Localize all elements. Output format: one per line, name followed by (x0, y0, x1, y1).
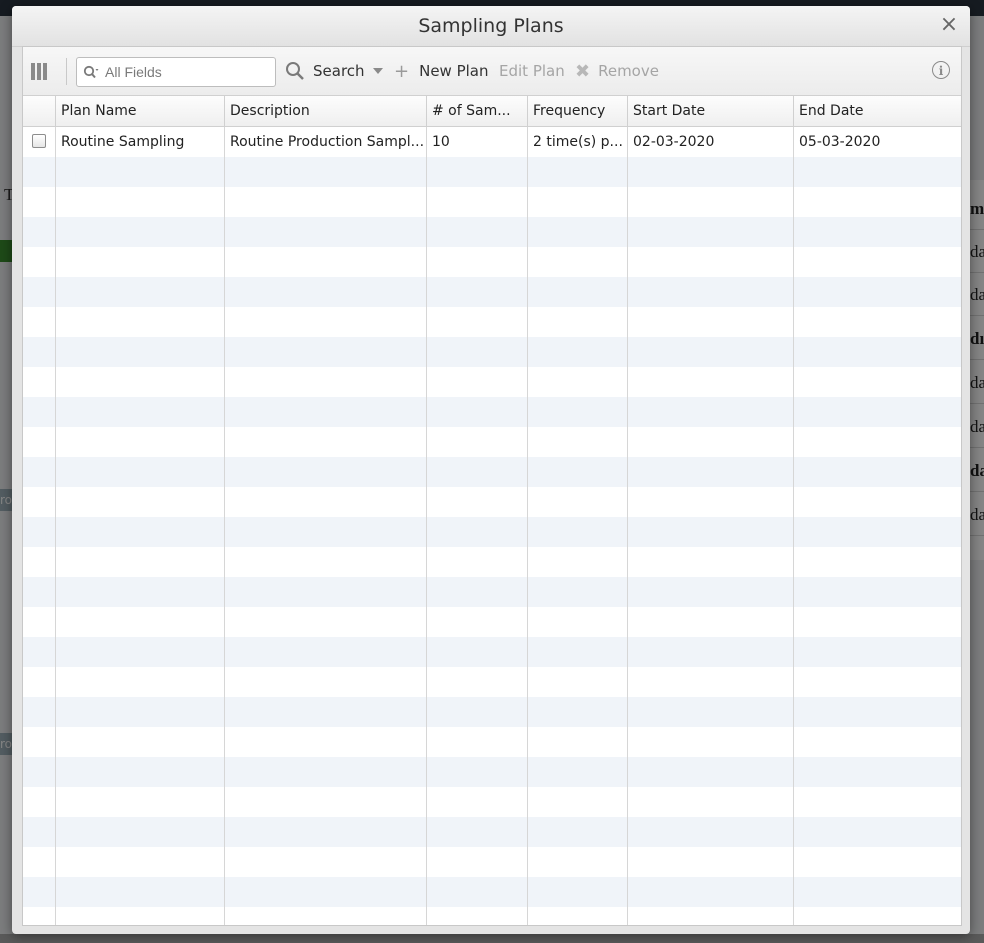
toolbar: Search + New Plan Edit Plan ✖ Remove i (23, 47, 961, 96)
remove-label: Remove (598, 62, 659, 80)
new-plan-label: New Plan (419, 62, 489, 80)
empty-row (23, 487, 961, 517)
new-plan-button[interactable]: + New Plan (394, 59, 489, 83)
empty-row (23, 517, 961, 547)
empty-row (23, 697, 961, 727)
empty-row (23, 307, 961, 337)
empty-row (23, 907, 961, 925)
search-icon (286, 62, 304, 80)
column-header-description[interactable]: Description (225, 96, 427, 126)
empty-row (23, 757, 961, 787)
column-divider (426, 127, 427, 925)
background-bottom-strip (0, 934, 984, 943)
toolbar-divider (66, 58, 67, 85)
table-row[interactable]: Routine Sampling Routine Production Samp… (23, 127, 961, 157)
search-fields-icon (83, 65, 99, 79)
remove-button[interactable]: ✖ Remove (575, 59, 659, 83)
empty-row (23, 607, 961, 637)
column-header-plan-name[interactable]: Plan Name (56, 96, 225, 126)
empty-row (23, 817, 961, 847)
cell-end-date: 05-03-2020 (799, 134, 881, 150)
cell-plan-name: Routine Sampling (61, 134, 185, 150)
empty-row (23, 877, 961, 907)
column-header-frequency[interactable]: Frequency (528, 96, 628, 126)
columns-icon[interactable] (31, 63, 51, 80)
empty-row (23, 157, 961, 187)
dialog-panel: Search + New Plan Edit Plan ✖ Remove i P… (22, 46, 962, 926)
sampling-plans-dialog: Sampling Plans × Search (12, 6, 970, 934)
plans-table: Plan Name Description # of Sam... Freque… (23, 96, 961, 925)
column-header-end-date[interactable]: End Date (794, 96, 961, 126)
empty-row (23, 367, 961, 397)
cell-frequency: 2 time(s) p... (533, 134, 623, 150)
cell-num-samples: 10 (432, 134, 450, 150)
column-divider (527, 127, 528, 925)
edit-plan-button[interactable]: Edit Plan (499, 59, 565, 83)
close-icon[interactable]: × (938, 14, 960, 36)
empty-row (23, 397, 961, 427)
column-divider (55, 127, 56, 925)
row-checkbox[interactable] (32, 134, 46, 148)
empty-row (23, 247, 961, 277)
column-divider (224, 127, 225, 925)
empty-row (23, 667, 961, 697)
edit-plan-label: Edit Plan (499, 62, 565, 80)
dialog-header: Sampling Plans × (12, 6, 970, 47)
empty-row (23, 577, 961, 607)
empty-row (23, 277, 961, 307)
cell-description: Routine Production Sampl... (230, 134, 425, 150)
empty-row (23, 547, 961, 577)
empty-row (23, 337, 961, 367)
column-header-num-samples[interactable]: # of Sam... (427, 96, 528, 126)
column-header-start-date[interactable]: Start Date (628, 96, 794, 126)
search-button[interactable]: Search (285, 59, 383, 83)
empty-row (23, 847, 961, 877)
empty-row (23, 457, 961, 487)
search-button-label: Search (313, 62, 365, 80)
plus-icon: + (394, 60, 410, 82)
table-header: Plan Name Description # of Sam... Freque… (23, 96, 961, 127)
empty-row (23, 727, 961, 757)
empty-row (23, 217, 961, 247)
empty-row (23, 637, 961, 667)
empty-row (23, 187, 961, 217)
info-icon[interactable]: i (932, 61, 950, 79)
select-all-column[interactable] (23, 96, 56, 126)
search-input[interactable] (103, 61, 272, 83)
empty-row (23, 427, 961, 457)
column-divider (793, 127, 794, 925)
dialog-title: Sampling Plans (418, 15, 564, 37)
cell-start-date: 02-03-2020 (633, 134, 715, 150)
remove-icon: ✖ (575, 60, 591, 82)
empty-row (23, 787, 961, 817)
table-body: Routine Sampling Routine Production Samp… (23, 127, 961, 925)
search-field[interactable] (76, 57, 276, 87)
column-divider (627, 127, 628, 925)
chevron-down-icon[interactable] (372, 68, 383, 74)
